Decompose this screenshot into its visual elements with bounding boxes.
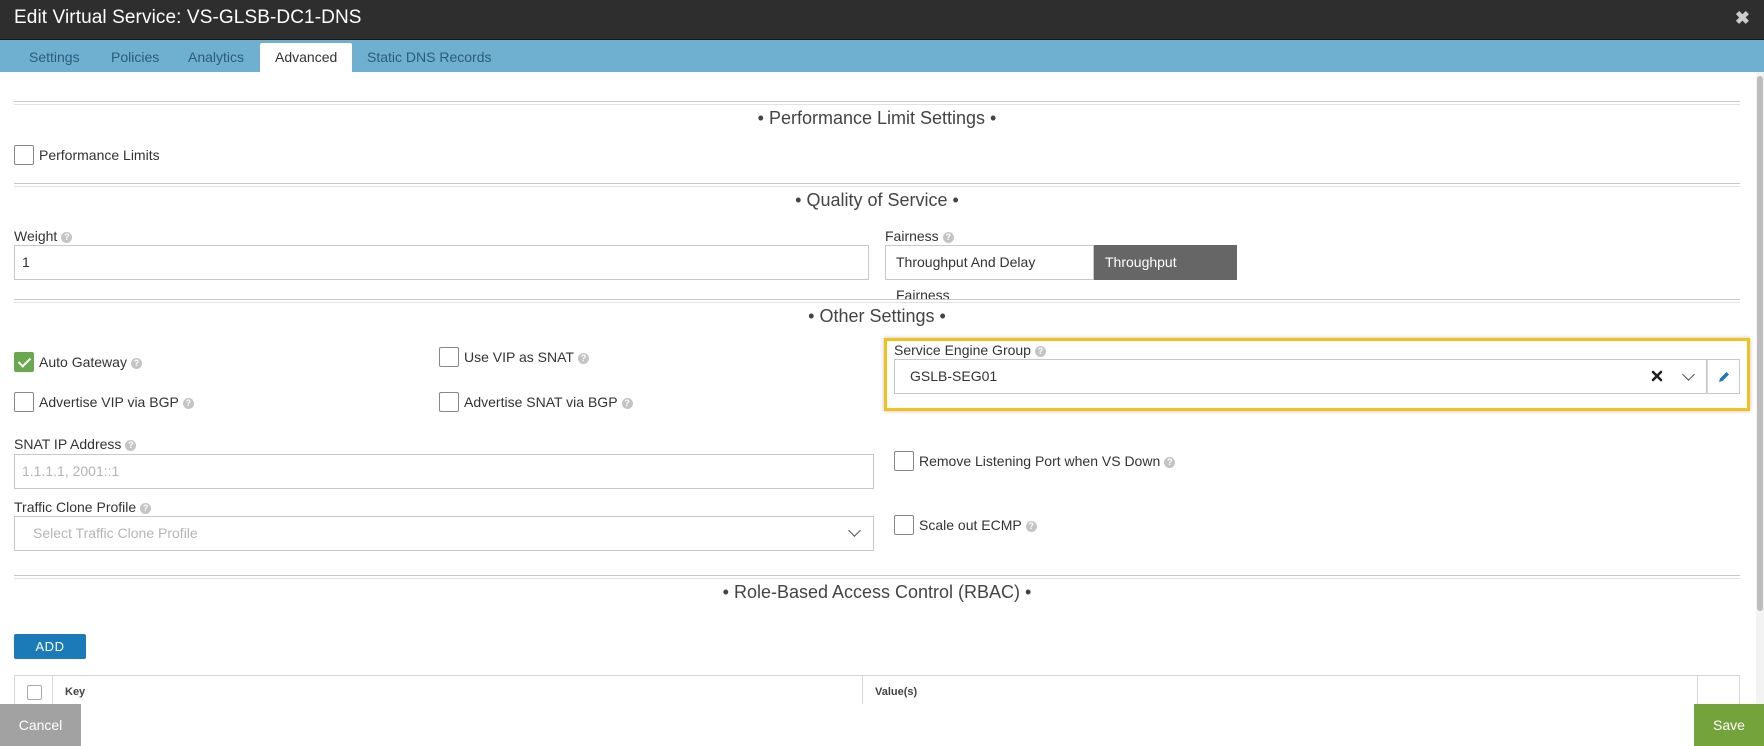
help-icon[interactable]: ? bbox=[140, 503, 152, 514]
section-title-text: • Role-Based Access Control (RBAC) • bbox=[722, 582, 1032, 602]
advertise-snat-via-bgp-checkbox[interactable] bbox=[439, 392, 459, 412]
help-icon[interactable]: ? bbox=[1025, 521, 1037, 532]
tab-bar: Settings Policies Analytics Advanced Sta… bbox=[0, 40, 1764, 72]
select-all-checkbox[interactable] bbox=[27, 685, 42, 700]
help-icon[interactable]: ? bbox=[125, 440, 137, 451]
advertise-vip-via-bgp-label-text: Advertise VIP via BGP bbox=[39, 394, 179, 410]
cancel-button[interactable]: Cancel bbox=[0, 704, 81, 746]
snat-ip-address-label: SNAT IP Address? bbox=[14, 436, 137, 452]
weight-input[interactable]: 1 bbox=[14, 245, 869, 280]
window-title: Edit Virtual Service: VS-GLSB-DC1-DNS bbox=[14, 7, 362, 28]
auto-gateway-label: Auto Gateway? bbox=[39, 354, 142, 370]
help-icon[interactable]: ? bbox=[942, 232, 954, 243]
service-engine-group-select[interactable]: GSLB-SEG01 bbox=[894, 359, 1707, 394]
tab-analytics[interactable]: Analytics bbox=[173, 43, 259, 72]
column-header-values[interactable]: Value(s) bbox=[875, 686, 917, 698]
auto-gateway-label-text: Auto Gateway bbox=[39, 354, 127, 370]
throughput-fairness-button[interactable]: Throughput Fairness bbox=[1094, 245, 1237, 303]
advertise-snat-via-bgp-label-text: Advertise SNAT via BGP bbox=[464, 394, 618, 410]
edit-service-engine-group-button[interactable] bbox=[1707, 359, 1740, 394]
tab-advanced[interactable]: Advanced bbox=[260, 43, 353, 72]
modal-footer bbox=[0, 704, 1764, 746]
pencil-icon bbox=[1719, 372, 1729, 382]
fairness-label: Fairness? bbox=[885, 228, 954, 244]
remove-listening-port-label: Remove Listening Port when VS Down? bbox=[919, 453, 1176, 469]
section-divider bbox=[14, 186, 1740, 187]
traffic-clone-profile-select[interactable]: Select Traffic Clone Profile bbox=[14, 516, 874, 551]
advertise-vip-via-bgp-checkbox[interactable] bbox=[14, 392, 34, 412]
help-icon[interactable]: ? bbox=[130, 358, 142, 369]
scale-out-ecmp-checkbox[interactable] bbox=[894, 515, 914, 535]
service-engine-group-label-text: Service Engine Group bbox=[894, 342, 1031, 358]
vertical-scrollbar[interactable] bbox=[1756, 72, 1764, 704]
help-icon[interactable]: ? bbox=[577, 353, 589, 364]
tab-static-dns-records[interactable]: Static DNS Records bbox=[352, 43, 506, 72]
section-title-text: • Performance Limit Settings • bbox=[757, 108, 997, 128]
use-vip-as-snat-label: Use VIP as SNAT? bbox=[464, 349, 589, 365]
service-engine-group-label: Service Engine Group? bbox=[894, 342, 1046, 358]
performance-limits-label: Performance Limits bbox=[39, 147, 160, 163]
section-divider bbox=[14, 302, 1740, 303]
auto-gateway-checkbox[interactable] bbox=[14, 352, 34, 372]
rbac-section-title: • Role-Based Access Control (RBAC) • bbox=[14, 575, 1740, 603]
performance-limit-section-title: • Performance Limit Settings • bbox=[14, 101, 1740, 129]
traffic-clone-profile-label-text: Traffic Clone Profile bbox=[14, 499, 137, 515]
tab-settings[interactable]: Settings bbox=[14, 43, 95, 72]
scale-out-ecmp-label-text: Scale out ECMP bbox=[919, 517, 1022, 533]
close-icon[interactable]: ✖ bbox=[1735, 8, 1750, 29]
throughput-and-delay-fairness-button[interactable]: Throughput And Delay Fairness bbox=[885, 245, 1094, 303]
rbac-table-header: Key Value(s) bbox=[14, 675, 1740, 707]
snat-ip-address-label-text: SNAT IP Address bbox=[14, 436, 122, 452]
help-icon[interactable]: ? bbox=[182, 398, 194, 409]
section-divider bbox=[14, 578, 1740, 579]
advertise-vip-via-bgp-label: Advertise VIP via BGP? bbox=[39, 394, 194, 410]
column-divider bbox=[1697, 676, 1698, 707]
fairness-label-text: Fairness bbox=[885, 228, 939, 244]
tab-policies[interactable]: Policies bbox=[96, 43, 174, 72]
section-title-text: • Other Settings • bbox=[808, 306, 946, 326]
save-button[interactable]: Save bbox=[1694, 704, 1764, 746]
performance-limits-checkbox[interactable] bbox=[14, 145, 34, 165]
quality-of-service-section-title: • Quality of Service • bbox=[14, 183, 1740, 211]
section-title-text: • Quality of Service • bbox=[795, 190, 959, 210]
section-divider bbox=[14, 104, 1740, 105]
weight-label: Weight? bbox=[14, 228, 73, 244]
scrollbar-thumb[interactable] bbox=[1757, 76, 1763, 611]
window-title-bar: Edit Virtual Service: VS-GLSB-DC1-DNS ✖ bbox=[0, 0, 1764, 40]
other-settings-section-title: • Other Settings • bbox=[14, 299, 1740, 327]
add-rbac-button[interactable]: ADD bbox=[14, 634, 86, 659]
remove-listening-port-label-text: Remove Listening Port when VS Down bbox=[919, 453, 1161, 469]
help-icon[interactable]: ? bbox=[1164, 457, 1176, 468]
help-icon[interactable]: ? bbox=[61, 232, 73, 243]
remove-listening-port-checkbox[interactable] bbox=[894, 451, 914, 471]
column-divider bbox=[862, 676, 863, 707]
traffic-clone-profile-label: Traffic Clone Profile? bbox=[14, 499, 152, 515]
clear-icon[interactable] bbox=[1651, 370, 1663, 382]
help-icon[interactable]: ? bbox=[1034, 346, 1046, 357]
snat-ip-address-input[interactable]: 1.1.1.1, 2001::1 bbox=[14, 454, 874, 489]
advertise-snat-via-bgp-label: Advertise SNAT via BGP? bbox=[464, 394, 633, 410]
scale-out-ecmp-label: Scale out ECMP? bbox=[919, 517, 1037, 533]
column-divider bbox=[52, 676, 53, 707]
use-vip-as-snat-checkbox[interactable] bbox=[439, 347, 459, 367]
help-icon[interactable]: ? bbox=[621, 398, 633, 409]
column-header-key[interactable]: Key bbox=[65, 686, 85, 698]
use-vip-as-snat-label-text: Use VIP as SNAT bbox=[464, 349, 574, 365]
weight-label-text: Weight bbox=[14, 228, 58, 244]
